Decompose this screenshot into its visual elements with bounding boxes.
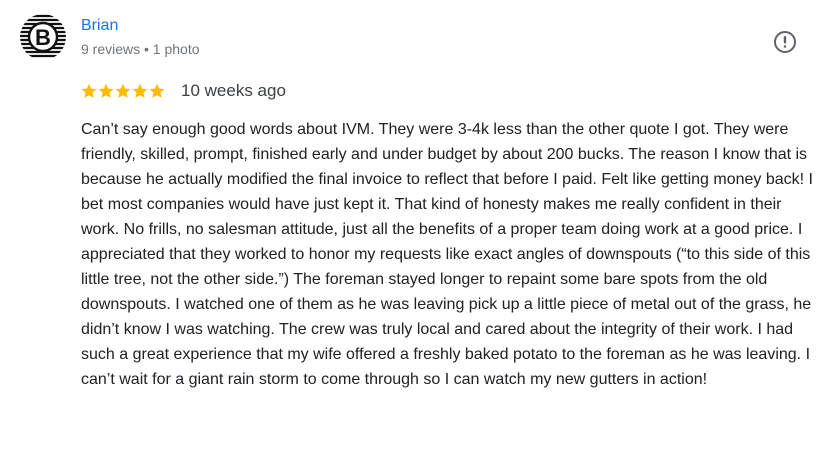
avatar-image: B: [20, 14, 66, 60]
exclamation-circle-icon: [774, 31, 796, 53]
avatar[interactable]: B: [20, 14, 66, 60]
reviewer-stats: 9 reviews • 1 photo: [81, 41, 200, 57]
star-icon: [149, 83, 165, 98]
star-icon: [98, 83, 114, 98]
rating-row: 10 weeks ago: [81, 80, 286, 102]
star-icon: [132, 83, 148, 98]
star-icon: [115, 83, 131, 98]
report-review-button[interactable]: [771, 28, 799, 56]
review-date: 10 weeks ago: [181, 81, 286, 100]
avatar-letter: B: [35, 25, 51, 50]
star-icon: [81, 83, 97, 98]
review-text: Can’t say enough good words about IVM. T…: [81, 121, 813, 388]
star-rating: [81, 83, 165, 99]
reviewer-name[interactable]: Brian: [81, 17, 118, 35]
